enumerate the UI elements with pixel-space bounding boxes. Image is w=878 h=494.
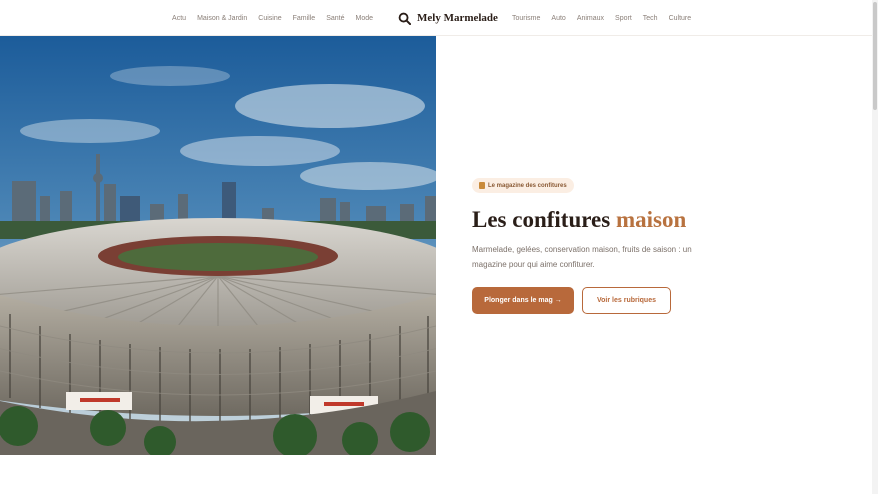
nav-left: Actu Maison & Jardin Cuisine Famille San… <box>172 0 373 36</box>
brand-name: Mely Marmelade <box>417 12 498 24</box>
nav-link-tourisme[interactable]: Tourisme <box>512 15 540 22</box>
hero-subtitle: Marmelade, gelées, conservation maison, … <box>472 245 692 269</box>
page-title: Les confitures maison <box>472 207 712 233</box>
view-sections-button[interactable]: Voir les rubriques <box>582 287 671 314</box>
site-header: Actu Maison & Jardin Cuisine Famille San… <box>0 0 872 36</box>
nav-right: Tourisme Auto Animaux Sport Tech Culture <box>512 0 691 36</box>
nav-link-sport[interactable]: Sport <box>615 15 632 22</box>
brand-logo[interactable]: Mely Marmelade <box>398 0 498 36</box>
page: Actu Maison & Jardin Cuisine Famille San… <box>0 0 878 494</box>
nav-link-famille[interactable]: Famille <box>293 15 316 22</box>
scrollbar-thumb[interactable] <box>873 2 877 110</box>
hero-image <box>0 36 436 455</box>
nav-link-auto[interactable]: Auto <box>551 15 565 22</box>
hero-buttons: Plonger dans le mag → Voir les rubriques <box>472 287 712 314</box>
magazine-badge: Le magazine des confitures <box>472 178 574 193</box>
nav-link-animaux[interactable]: Animaux <box>577 15 604 22</box>
nav-link-culture[interactable]: Culture <box>669 15 692 22</box>
title-accent: maison <box>615 207 687 232</box>
hero-content: Le magazine des confitures Les confiture… <box>472 176 712 314</box>
title-main: Les confitures <box>472 207 616 232</box>
nav-link-sante[interactable]: Santé <box>326 15 344 22</box>
page-scrollbar[interactable] <box>872 0 878 494</box>
nav-link-actu[interactable]: Actu <box>172 15 186 22</box>
badge-label: Le magazine des confitures <box>488 182 567 189</box>
dive-in-button[interactable]: Plonger dans le mag → <box>472 287 574 314</box>
nav-link-maison-jardin[interactable]: Maison & Jardin <box>197 15 247 22</box>
search-icon <box>398 12 411 25</box>
nav-link-tech[interactable]: Tech <box>643 15 658 22</box>
nav-link-mode[interactable]: Mode <box>355 15 373 22</box>
nav-link-cuisine[interactable]: Cuisine <box>258 15 281 22</box>
stadium-photo <box>0 36 436 455</box>
jar-icon <box>479 182 485 189</box>
